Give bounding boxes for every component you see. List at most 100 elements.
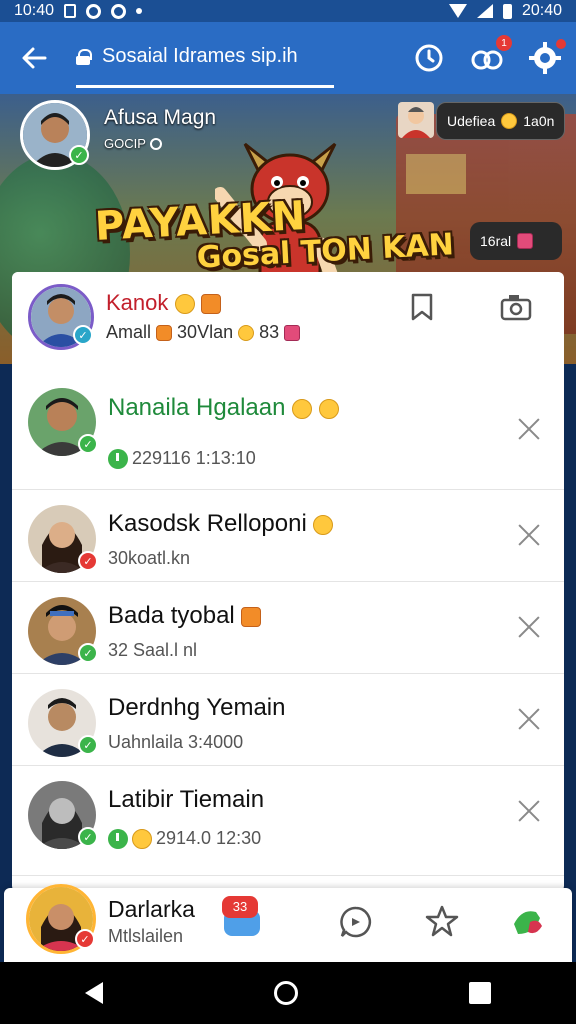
emoji-icon <box>292 398 313 419</box>
host-sub: GOCIP <box>104 136 216 151</box>
member-avatar[interactable]: ✓ <box>28 597 98 665</box>
app-bar: Sosaial Idrames sip.ih 1 <box>0 22 576 94</box>
chat-count-badge: 33 <box>222 896 258 918</box>
bottom-user-sub: Mtlslailen <box>108 926 184 946</box>
group-button[interactable]: 1 <box>470 35 512 75</box>
emoji-icon <box>501 113 518 129</box>
bottom-user-avatar[interactable]: ✓ <box>26 884 96 954</box>
lock-icon <box>76 48 92 65</box>
camera-icon[interactable] <box>499 292 533 322</box>
member-avatar[interactable]: ✓ <box>28 781 98 849</box>
member-name-text: Kasodsk Relloponi <box>108 510 307 537</box>
remove-button[interactable] <box>516 706 542 732</box>
member-avatar[interactable]: ✓ <box>28 388 98 456</box>
member-name-text: Nanaila Hgalaan <box>108 394 286 421</box>
settings-badge-dot <box>556 39 566 49</box>
message-icon[interactable] <box>338 904 374 940</box>
list-item[interactable]: ✓ Kasodsk Relloponi 30koatl.kn <box>12 490 564 582</box>
host-name: Afusa Magn <box>104 106 217 129</box>
sim-icon <box>64 4 77 18</box>
member-sub-text: Uahnlaila 3:4000 <box>108 732 244 752</box>
online-badge: ✓ <box>78 643 98 663</box>
status-badge: ✓ <box>78 551 98 571</box>
list-item[interactable]: ✓ Nanaila Hgalaan 229116 1:13:10 <box>12 360 564 490</box>
active-member-avatar[interactable]: ✓ <box>28 284 94 350</box>
status-pill[interactable]: Udefiea 1a0n <box>436 102 566 140</box>
verified-badge: ✓ <box>69 145 89 165</box>
active-member-row[interactable]: ✓ Kanok Amall 30Vlan 83 <box>12 272 314 350</box>
remove-button[interactable] <box>516 522 542 548</box>
chat-button[interactable]: 33 <box>220 896 260 940</box>
wifi-icon <box>448 4 467 18</box>
clock-icon <box>415 44 443 72</box>
system-nav-bar <box>0 962 576 1024</box>
active-member-sub: Amall 30Vlan 83 <box>106 322 301 343</box>
settings-button[interactable] <box>528 39 566 75</box>
heart-icon <box>284 325 301 342</box>
status-bar: 10:40 20:40 <box>0 0 576 22</box>
battery-icon <box>502 3 512 19</box>
member-avatar[interactable]: ✓ <box>28 689 98 757</box>
nav-back-icon[interactable] <box>85 982 104 1004</box>
member-sub-text: 30koatl.kn <box>108 548 191 568</box>
active-member-time: 30Vlan <box>177 322 234 342</box>
active-member-name: Kanok <box>106 290 221 316</box>
nav-recents-icon[interactable] <box>468 982 491 1004</box>
member-name: Latibir Tiemain <box>108 786 264 814</box>
bottom-user-bar[interactable]: ✓ Darlarka Mtlslailen 33 <box>4 884 572 962</box>
list-item[interactable]: ✓ Bada tyobal 32 Saal.l nl <box>12 582 564 674</box>
bookmark-icon[interactable] <box>407 292 437 322</box>
info-icon <box>149 137 162 150</box>
active-member-name-text: Kanok <box>106 290 169 315</box>
sync-icon <box>86 3 102 19</box>
member-name: Nanaila Hgalaan <box>108 394 339 422</box>
member-sub: 30koatl.kn <box>108 548 190 569</box>
member-sub-text: 229116 1:13:10 <box>132 448 256 468</box>
member-name: Kasodsk Relloponi <box>108 510 334 538</box>
member-name-text: Derdnhg Yemain <box>108 694 286 721</box>
back-button[interactable] <box>14 38 54 78</box>
guest-avatar[interactable] <box>398 102 434 138</box>
notification-dot-icon <box>136 8 143 14</box>
nav-home-icon[interactable] <box>273 981 298 1005</box>
avatar <box>398 102 434 138</box>
member-sub-text: 2914.0 12:30 <box>156 828 262 848</box>
emoji-icon <box>313 514 334 535</box>
online-badge: ✓ <box>78 735 98 755</box>
remove-button[interactable] <box>516 614 542 640</box>
member-sub-text: 32 Saal.l nl <box>108 640 198 660</box>
online-clock-icon <box>108 828 128 849</box>
emoji-icon <box>132 828 152 849</box>
viewers-pill[interactable]: 16ral <box>470 222 562 260</box>
remove-button[interactable] <box>516 416 542 442</box>
host-avatar[interactable]: ✓ <box>20 100 90 170</box>
online-badge: ✓ <box>78 827 98 847</box>
search-field[interactable]: Sosaial Idrames sip.ih <box>76 28 334 88</box>
active-member-sub-text: Amall <box>106 322 152 342</box>
status-badge: ✓ <box>75 929 95 949</box>
member-avatar[interactable]: ✓ <box>28 505 98 573</box>
history-button[interactable] <box>412 41 446 75</box>
status-pill-text: Udefiea <box>447 113 496 129</box>
member-name: Derdnhg Yemain <box>108 694 285 722</box>
reaction-icon <box>156 325 173 342</box>
list-item[interactable]: ✓ Derdnhg Yemain Uahnlaila 3:4000 <box>12 674 564 766</box>
list-item[interactable]: ✓ Latibir Tiemain 2914.0 12:30 <box>12 766 564 876</box>
status-time: 10:40 <box>14 2 55 19</box>
star-icon[interactable] <box>424 904 460 940</box>
viewers-count: 16ral <box>480 233 512 249</box>
member-name: Bada tyobal <box>108 602 262 630</box>
smile-icon <box>174 294 195 315</box>
gift-box-icon <box>200 294 221 315</box>
gift-icon[interactable] <box>510 904 546 940</box>
status-pill-extra: 1a0n <box>523 113 555 129</box>
emoji-icon <box>318 398 339 419</box>
remove-button[interactable] <box>516 798 542 824</box>
smile-icon <box>238 325 255 342</box>
member-sub: Uahnlaila 3:4000 <box>108 732 243 753</box>
verified-badge: ✓ <box>73 325 93 345</box>
host-profile[interactable]: ✓ Afusa Magn GOCIP <box>20 100 216 170</box>
member-name-text: Bada tyobal <box>108 602 235 629</box>
online-clock-icon <box>108 448 128 469</box>
search-text: Sosaial Idrames sip.ih <box>102 45 298 67</box>
